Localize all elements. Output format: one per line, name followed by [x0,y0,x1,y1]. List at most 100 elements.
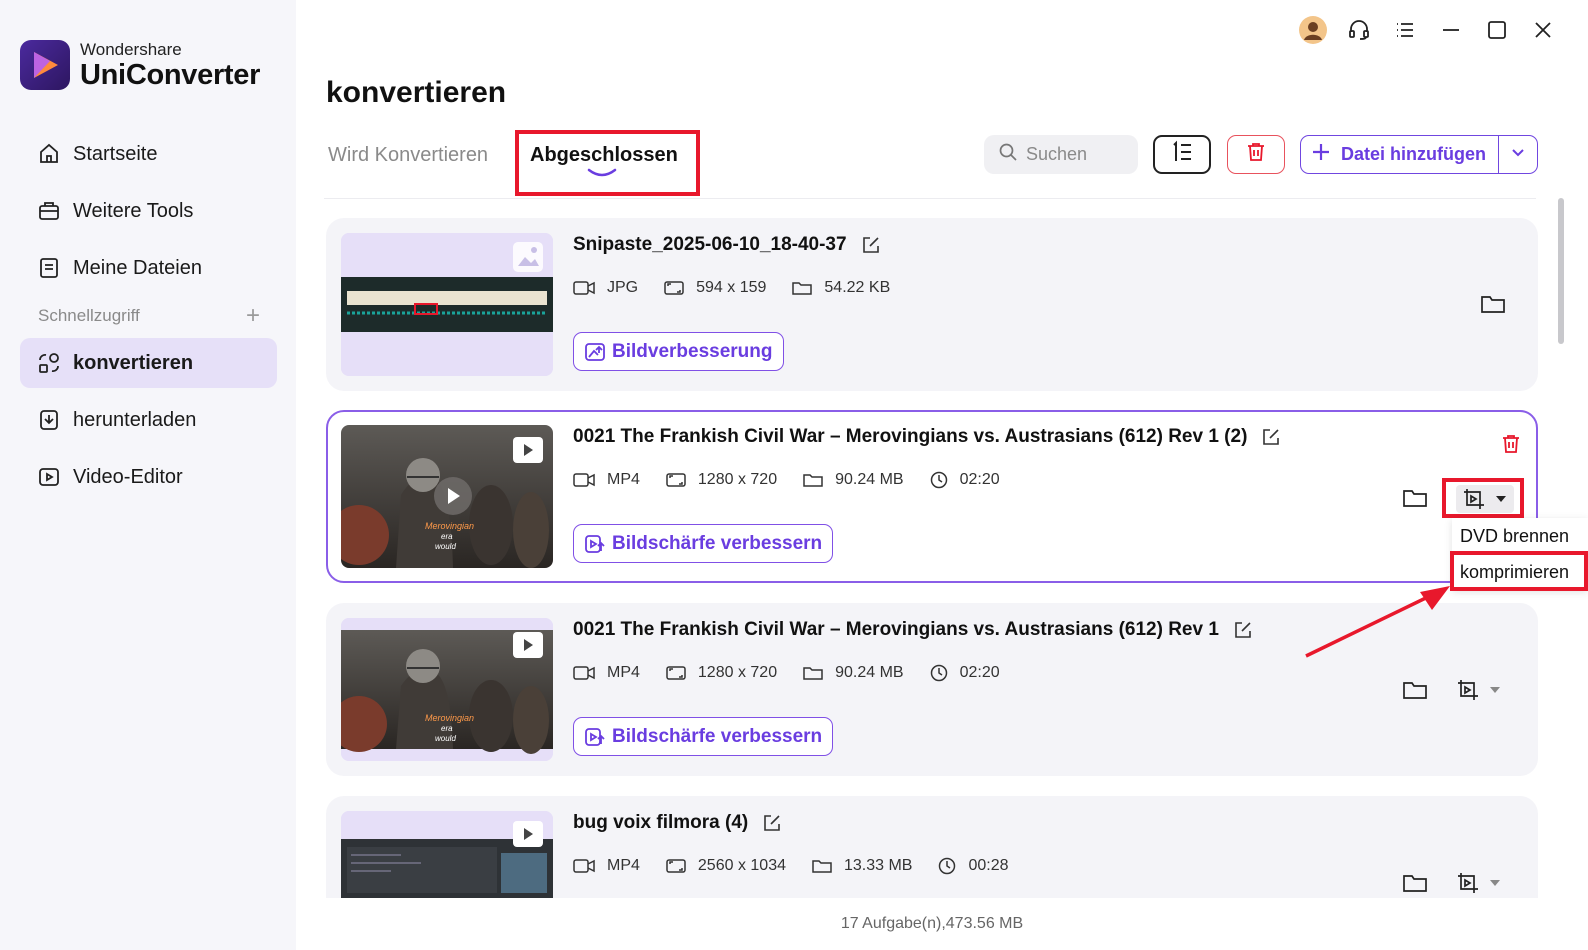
clock-icon [930,664,947,682]
folder-icon [1403,490,1427,507]
menu-item-dvd-brennen[interactable]: DVD brennen [1452,518,1588,554]
folder-icon [1481,296,1505,313]
sharpness-enhance-button[interactable]: Bildschärfe verbessern [573,717,834,756]
video-format-icon [573,281,595,295]
sharpness-icon [585,534,605,553]
close-icon[interactable] [1520,14,1566,46]
sort-button[interactable] [1153,135,1211,174]
file-resolution: 1280 x 720 [697,664,778,681]
open-folder-button[interactable] [1478,289,1508,319]
sort-list-icon [1170,140,1194,169]
folder-size-icon [803,474,823,487]
sharpness-icon [585,727,605,746]
search-box[interactable] [984,135,1138,174]
add-file-main[interactable]: Datei hinzufügen [1301,136,1499,173]
clock-icon [939,857,956,875]
add-quick-access-icon[interactable]: + [246,304,260,328]
video-editor-icon [36,464,62,490]
file-format: JPG [607,279,639,296]
caret-down-icon [1490,687,1500,693]
status-bar: 17 Aufgabe(n),473.56 MB [840,915,1024,932]
file-size: 90.24 MB [835,471,904,488]
header-divider [324,198,1536,199]
minimize-icon[interactable] [1428,14,1474,46]
maximize-icon[interactable] [1474,14,1520,46]
more-actions-button[interactable] [1456,678,1502,702]
file-icon [36,255,62,281]
file-name: bug voix filmora (4) [573,812,782,834]
thumb-caption-3: would [435,734,456,743]
sidebar-item-label: Startseite [73,142,158,165]
file-meta: MP4 2560 x 1034 13.33 MB 00:28 [573,857,1035,875]
open-folder-button[interactable] [1400,675,1430,705]
menu-item-highlight-annotation [1450,551,1588,591]
clock-icon [930,471,947,489]
resolution-icon [666,666,686,680]
file-duration: 00:28 [968,857,1009,874]
file-format: MP4 [607,857,640,874]
main-panel: konvertieren Wird Konvertieren Abgeschlo… [296,0,1588,950]
edit-name-icon[interactable] [1233,620,1253,640]
brand-name: Wondershare [80,39,182,59]
add-file-button[interactable]: Datei hinzufügen [1300,135,1538,174]
folder-icon [1403,875,1427,892]
file-card[interactable]: bug voix filmora (4) MP4 2560 x 1034 13.… [326,796,1538,898]
tab-wird-konvertieren[interactable]: Wird Konvertieren [328,144,488,167]
folder-icon [1403,682,1427,699]
delete-file-button[interactable] [1496,429,1526,459]
file-name: 0021 The Frankish Civil War – Merovingia… [573,426,1281,448]
file-card[interactable]: Snipaste_2025-06-10_18-40-37 JPG 594 x 1… [326,218,1538,391]
image-enhance-button[interactable]: Bildverbesserung [573,332,784,371]
sharpness-enhance-button[interactable]: Bildschärfe verbessern [573,524,834,563]
file-duration: 02:20 [959,471,1000,488]
download-icon [36,407,62,433]
support-headset-icon[interactable] [1336,14,1382,46]
add-file-dropdown[interactable] [1499,143,1537,166]
quick-access-header: Schnellzugriff + [38,304,260,328]
sidebar: Wondershare UniConverter Startseite Weit… [0,0,296,950]
menu-list-icon[interactable] [1382,14,1428,46]
convert-output-icon [1458,680,1478,700]
sidebar-item-video-editor[interactable]: Video-Editor [20,452,277,502]
video-format-icon [573,859,595,873]
sidebar-item-herunterladen[interactable]: herunterladen [20,395,277,445]
search-input[interactable] [1026,144,1126,165]
file-resolution: 1280 x 720 [697,471,778,488]
file-size: 54.22 KB [824,279,891,296]
file-name-text: Snipaste_2025-06-10_18-40-37 [573,234,847,255]
caret-down-icon [1490,880,1500,886]
sidebar-item-weitere-tools[interactable]: Weitere Tools [20,186,277,236]
avatar[interactable] [1290,14,1336,46]
file-name-text: 0021 The Frankish Civil War – Merovingia… [573,426,1248,447]
file-name-text: 0021 The Frankish Civil War – Merovingia… [573,619,1219,640]
trash-icon [1245,141,1267,168]
edit-name-icon[interactable] [861,235,881,255]
video-format-icon [573,473,595,487]
thumb-caption-1: Merovingian [425,713,474,723]
file-format: MP4 [607,471,640,488]
red-arrow-annotation [1305,586,1450,658]
sidebar-item-meine-dateien[interactable]: Meine Dateien [20,243,277,293]
more-actions-button[interactable] [1456,871,1502,895]
file-name: Snipaste_2025-06-10_18-40-37 [573,234,881,256]
add-file-label: Datei hinzufügen [1341,144,1486,164]
sidebar-item-startseite[interactable]: Startseite [20,129,277,179]
search-icon [998,142,1018,167]
file-duration: 02:20 [959,664,1000,681]
file-resolution: 2560 x 1034 [697,857,786,874]
edit-name-icon[interactable] [1261,427,1281,447]
open-folder-button[interactable] [1400,868,1430,898]
quick-access-label: Schnellzugriff [38,306,140,325]
open-folder-button[interactable] [1400,483,1430,513]
image-enhance-icon [585,342,605,361]
thumb-caption-1: Merovingian [425,521,474,531]
scrollbar-thumb[interactable] [1558,198,1564,344]
file-card-selected[interactable]: Merovingian era would 0021 The Frankish … [326,410,1538,583]
edit-name-icon[interactable] [762,813,782,833]
sidebar-item-konvertieren[interactable]: konvertieren [20,338,277,388]
folder-size-icon [792,282,813,295]
file-format: MP4 [607,664,640,681]
trash-icon [1503,435,1519,453]
home-icon [36,141,62,167]
delete-all-button[interactable] [1227,135,1285,174]
